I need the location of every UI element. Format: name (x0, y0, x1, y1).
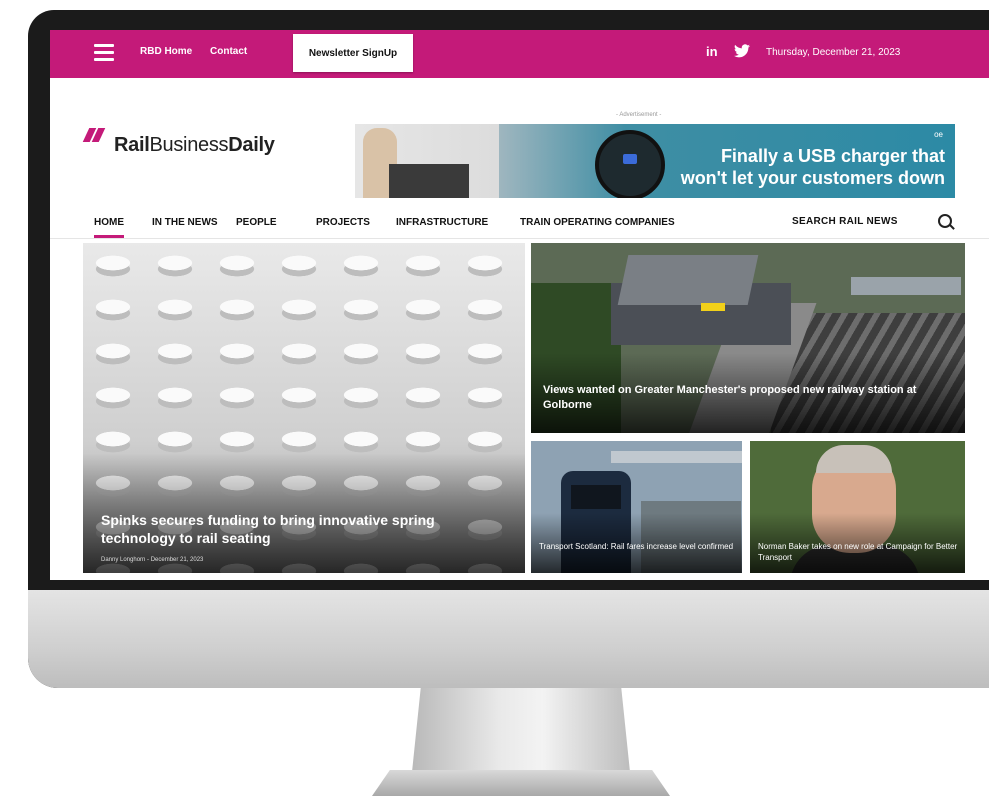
advertisement-banner[interactable]: oe Finally a USB charger that won't let … (355, 124, 955, 198)
monitor-chin (28, 590, 989, 688)
nav-in-the-news[interactable]: IN THE NEWS (152, 217, 218, 228)
ad-laptop-image (389, 164, 469, 198)
article-title-golborne[interactable]: Views wanted on Greater Manchester's pro… (543, 383, 943, 413)
top-bar: RBD Home Contact Newsletter SignUp in Th… (50, 30, 989, 78)
featured-article-title[interactable]: Spinks secures funding to bring innovati… (101, 511, 481, 547)
article-card-scotland-fares[interactable]: Transport Scotland: Rail fares increase … (531, 441, 742, 573)
featured-article[interactable]: Spinks secures funding to bring innovati… (83, 243, 525, 573)
twitter-icon[interactable] (734, 44, 750, 61)
website-screen: RBD Home Contact Newsletter SignUp in Th… (50, 30, 989, 580)
ad-headline-line2: won't let your customers down (680, 168, 945, 188)
ad-headline-line1: Finally a USB charger that (720, 146, 945, 166)
newsletter-signup-button[interactable]: Newsletter SignUp (293, 34, 413, 72)
ad-brand-logos: oe (934, 130, 943, 139)
rbd-home-link[interactable]: RBD Home (140, 46, 192, 57)
nav-projects[interactable]: PROJECTS (316, 217, 370, 228)
nav-people[interactable]: PEOPLE (236, 217, 277, 228)
monitor-stand (412, 688, 630, 772)
article-card-norman-baker[interactable]: Norman Baker takes on new role at Campai… (750, 441, 965, 573)
usb-charger-icon (595, 130, 665, 198)
nav-infrastructure[interactable]: INFRASTRUCTURE (396, 217, 488, 228)
featured-article-meta: Danny Longhorn - December 21, 2023 (101, 557, 204, 563)
contact-link[interactable]: Contact (210, 46, 247, 57)
nav-train-operating-companies[interactable]: TRAIN OPERATING COMPANIES (520, 217, 675, 228)
advertisement-label: - Advertisement - (616, 112, 662, 118)
article-title-scotland-fares[interactable]: Transport Scotland: Rail fares increase … (539, 541, 739, 552)
nav-home[interactable]: HOME (94, 217, 124, 238)
current-date: Thursday, December 21, 2023 (766, 47, 901, 58)
linkedin-icon[interactable]: in (706, 44, 718, 59)
search-label[interactable]: SEARCH RAIL NEWS (792, 216, 898, 227)
logo-slash-icon (82, 128, 106, 142)
article-card-golborne[interactable]: Views wanted on Greater Manchester's pro… (531, 243, 965, 433)
search-icon[interactable] (938, 214, 952, 228)
monitor-base (372, 770, 670, 796)
article-title-norman-baker[interactable]: Norman Baker takes on new role at Campai… (758, 541, 958, 563)
main-navigation: HOME IN THE NEWS PEOPLE PROJECTS INFRAST… (50, 208, 989, 239)
menu-icon[interactable] (94, 44, 114, 61)
